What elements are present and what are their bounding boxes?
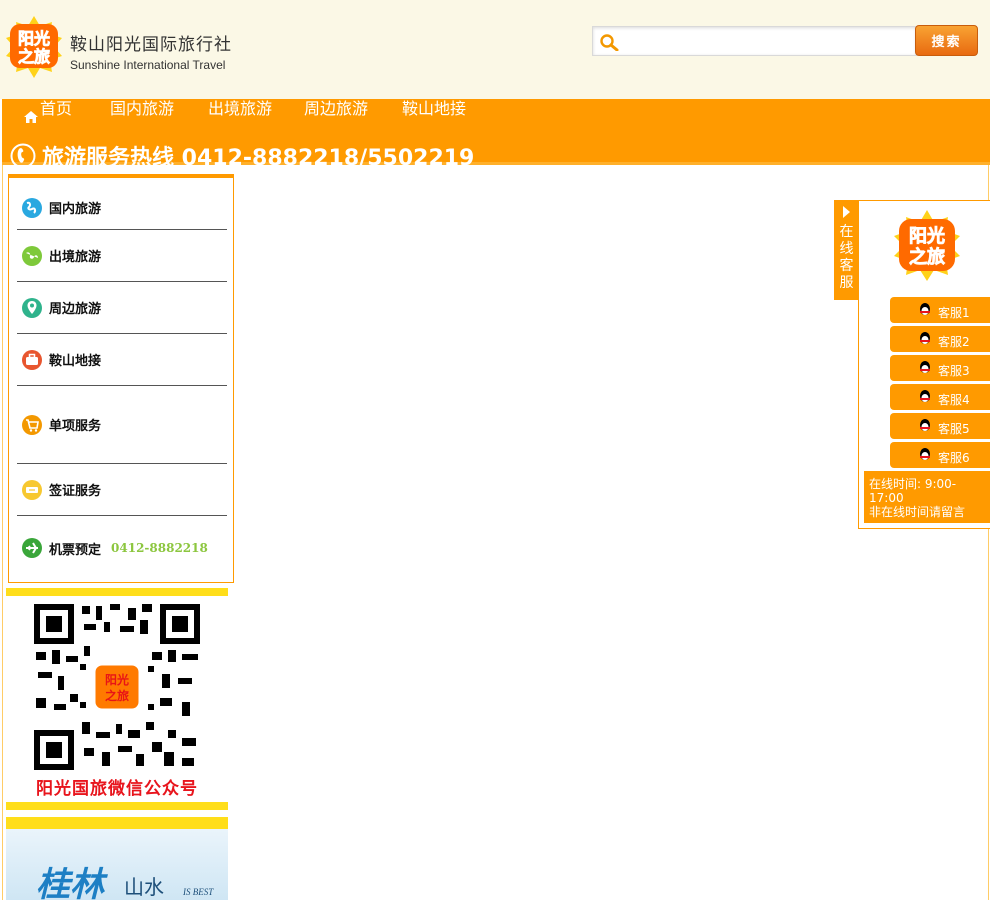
qq-service-label: 客服1: [938, 305, 970, 320]
sidebar-item-single-services[interactable]: 单项服务: [17, 386, 227, 464]
qq-service-button-5[interactable]: 客服5: [890, 413, 990, 439]
sidebar-item-domestic[interactable]: 国内旅游: [17, 186, 227, 230]
brand-name[interactable]: 鞍山阳光国际旅行社 Sunshine International Travel: [70, 30, 232, 72]
qq-icon: [920, 332, 930, 344]
qq-icon: [920, 303, 930, 315]
search-box: [592, 26, 917, 56]
svg-text:之旅: 之旅: [18, 47, 50, 66]
svg-text:之旅: 之旅: [909, 246, 945, 268]
sidebar-item-flight-booking[interactable]: 机票预定 0412-8882218: [17, 516, 227, 580]
service-hours: 在线时间: 9:00- 17:00 非在线时间请留言: [864, 471, 990, 523]
flight-booking-phone: 0412-8882218: [111, 541, 208, 555]
sunshine-travel-logo-icon: 阳光 之旅: [894, 210, 960, 281]
online-service-panel: 阳光 之旅 客服1 客服2 客服3 客服4 客服5 客服6 在线时间: 9:00…: [858, 200, 990, 529]
qr-caption: 阳光国旅微信公众号: [36, 779, 198, 799]
sidebar-label: 签证服务: [49, 484, 102, 499]
qq-service-button-1[interactable]: 客服1: [890, 297, 990, 323]
globe-icon: [22, 197, 42, 218]
service-hours-note: 非在线时间请留言: [869, 505, 966, 519]
qq-service-label: 客服2: [938, 334, 970, 349]
wechat-qr-panel: 阳光 之旅 阳光国旅微信公众号: [6, 588, 228, 810]
qq-service-button-4[interactable]: 客服4: [890, 384, 990, 410]
sidebar-label: 机票预定: [49, 542, 102, 558]
svg-text:之旅: 之旅: [105, 688, 129, 703]
page-frame-left: [2, 165, 3, 900]
search-button[interactable]: 搜索: [915, 25, 978, 56]
wechat-qr-code-icon: 阳光 之旅: [32, 602, 202, 772]
sidebar-label: 出境旅游: [49, 250, 102, 265]
phone-icon: [10, 143, 36, 169]
sunshine-travel-logo-icon[interactable]: 阳光 之旅: [2, 14, 66, 80]
home-icon: [24, 111, 38, 123]
hotline-text: 旅游服务热线 0412-8882218/5502219: [42, 146, 475, 171]
briefcase-icon: [22, 349, 42, 370]
sidebar-label: 鞍山地接: [49, 354, 102, 369]
banner-title: 桂林: [36, 865, 104, 900]
svg-text:阳光: 阳光: [909, 225, 945, 247]
cart-icon: [22, 414, 42, 435]
guilin-promo-banner[interactable]: 桂林 山水 IS BEST: [6, 817, 228, 900]
sidebar-label: 国内旅游: [49, 202, 102, 217]
sidebar-item-outbound[interactable]: 出境旅游: [17, 230, 227, 282]
online-service-tab[interactable]: 在线客服: [834, 200, 859, 300]
nav-item-anshan-local[interactable]: 鞍山地接: [402, 98, 466, 120]
brand-name-english: Sunshine International Travel: [70, 58, 226, 72]
nav-item-outbound[interactable]: 出境旅游: [208, 98, 272, 120]
earth-icon: [22, 245, 42, 266]
location-pin-icon: [22, 297, 42, 318]
ticket-icon: [22, 479, 42, 500]
sidebar-label: 单项服务: [49, 419, 102, 434]
banner-subtitle: 山水: [124, 875, 164, 899]
main-nav: 首页 国内旅游 出境旅游 周边旅游 鞍山地接 旅游服务热线 0412-88822…: [2, 98, 990, 171]
search-icon: [600, 34, 619, 51]
qq-service-label: 客服6: [938, 450, 970, 465]
qq-icon: [920, 390, 930, 402]
sidebar-label: 周边旅游: [49, 302, 102, 317]
qq-icon: [920, 448, 930, 460]
svg-text:阳光: 阳光: [105, 672, 129, 687]
airplane-icon: [22, 538, 42, 558]
qq-service-button-2[interactable]: 客服2: [890, 326, 990, 352]
nav-item-home[interactable]: 首页: [40, 98, 72, 120]
qq-service-label: 客服5: [938, 421, 970, 436]
online-service-tab-label: 在线客服: [839, 224, 854, 291]
qq-service-label: 客服3: [938, 363, 970, 378]
qq-service-button-3[interactable]: 客服3: [890, 355, 990, 381]
qq-icon: [920, 419, 930, 431]
site-header: 阳光 之旅 鞍山阳光国际旅行社 Sunshine International T…: [0, 0, 990, 99]
sidebar-item-anshan-local[interactable]: 鞍山地接: [17, 334, 227, 386]
category-sidebar: 国内旅游 出境旅游 周边旅游 鞍山地接 单项服务 签证服务 机票预定 0412-…: [8, 174, 234, 583]
sidebar-item-visa[interactable]: 签证服务: [17, 464, 227, 516]
qq-service-button-6[interactable]: 客服6: [890, 442, 990, 468]
nav-item-domestic[interactable]: 国内旅游: [110, 98, 174, 120]
service-hotline: 旅游服务热线 0412-8882218/5502219: [10, 143, 475, 171]
svg-text:阳光: 阳光: [18, 29, 50, 48]
qq-service-label: 客服4: [938, 392, 970, 407]
brand-name-chinese: 鞍山阳光国际旅行社: [70, 35, 232, 55]
banner-english: IS BEST: [183, 887, 214, 897]
service-hours-line: 在线时间: 9:00-: [869, 477, 957, 491]
service-hours-line: 17:00: [869, 491, 904, 505]
sidebar-item-nearby[interactable]: 周边旅游: [17, 282, 227, 334]
search-input[interactable]: [625, 31, 905, 51]
qq-icon: [920, 361, 930, 373]
nav-item-nearby[interactable]: 周边旅游: [304, 98, 368, 120]
arrow-right-icon: [843, 206, 850, 218]
